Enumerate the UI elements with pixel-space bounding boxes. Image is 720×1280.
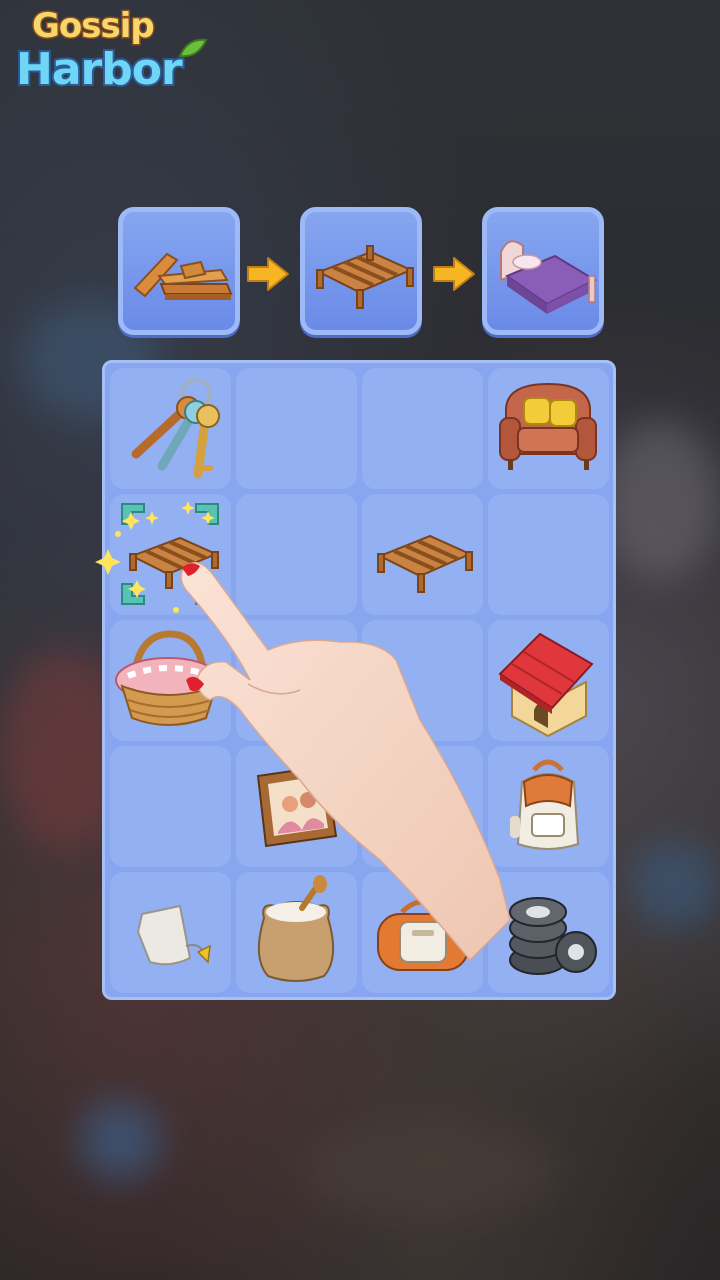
tea-bag-icon [136, 904, 211, 966]
picnic-basket-icon [115, 630, 221, 726]
board-cell[interactable] [236, 494, 357, 615]
board-cell[interactable] [488, 872, 609, 993]
board-cell[interactable] [488, 746, 609, 867]
board-cell[interactable] [236, 872, 357, 993]
board-cell[interactable] [110, 620, 231, 741]
bed-frame-highlighted-icon [95, 501, 219, 613]
board-cell[interactable] [110, 368, 231, 489]
board-cell[interactable] [488, 368, 609, 489]
board-cell[interactable] [110, 746, 231, 867]
photo-frame-icon [256, 764, 338, 848]
board-cell[interactable] [362, 494, 483, 615]
chain-card-planks [118, 207, 240, 335]
dog-house-icon [498, 632, 594, 738]
backpack-icon [510, 759, 580, 850]
board-cell[interactable] [488, 494, 609, 615]
arrow-right-icon [247, 257, 289, 291]
board-cell[interactable] [95, 494, 231, 615]
leaf-icon [178, 38, 208, 58]
bed-frame-icon [377, 534, 473, 593]
chain-card-bed [482, 207, 604, 335]
board-cell[interactable] [488, 620, 609, 741]
tire-stack-icon [509, 897, 597, 975]
wooden-planks-icon [133, 252, 233, 300]
board-cell[interactable] [362, 368, 483, 489]
board-cell[interactable] [236, 746, 357, 867]
merge-board [95, 360, 616, 1000]
sofa-icon [499, 382, 597, 470]
arrow-right-icon [433, 257, 475, 291]
purple-bed-icon [500, 240, 598, 314]
keys-icon [131, 378, 220, 479]
game-logo: Gossip Harbor [10, 5, 208, 114]
board-cell[interactable] [362, 620, 483, 741]
chain-card-bed-frame [300, 207, 422, 335]
flour-sack-icon [257, 875, 335, 982]
board-cell[interactable] [236, 368, 357, 489]
logo-line-1: Gossip [31, 5, 157, 48]
duffel-bag-icon [377, 899, 469, 971]
bed-frame-icon [316, 245, 414, 309]
board-cell[interactable] [236, 620, 357, 741]
board-cell[interactable] [362, 872, 483, 993]
board-cell[interactable] [362, 746, 483, 867]
board-cell[interactable] [110, 872, 231, 993]
logo-line-2: Harbor [14, 42, 185, 97]
